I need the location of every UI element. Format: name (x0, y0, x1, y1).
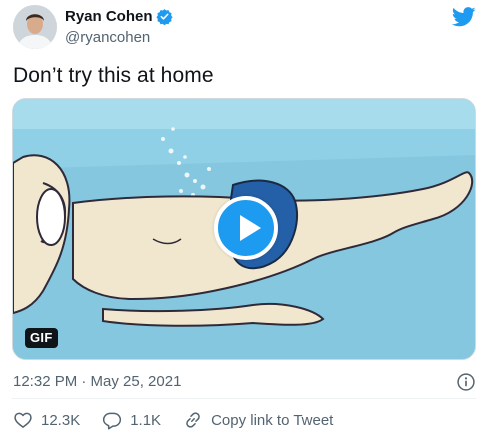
avatar[interactable] (13, 5, 57, 49)
gif-media[interactable]: GIF (12, 98, 476, 360)
handle[interactable]: @ryancohen (65, 29, 150, 46)
reply-icon (103, 412, 122, 430)
verified-badge-icon (155, 9, 173, 25)
copy-link-button[interactable]: Copy link to Tweet (183, 410, 333, 430)
like-count: 12.3K (41, 411, 81, 429)
copy-link-label: Copy link to Tweet (211, 411, 334, 429)
gif-badge: GIF (25, 328, 58, 348)
action-bar: 12.3K 1.1K Copy link to Tweet (13, 410, 355, 430)
twitter-bird-icon[interactable] (452, 7, 476, 27)
divider (12, 398, 476, 399)
reply-count: 1.1K (130, 411, 162, 429)
tweet-card: Ryan Cohen @ryancohen Don’t try this at … (0, 0, 487, 436)
author-name-row: Ryan Cohen (65, 8, 173, 25)
reply-button[interactable]: 1.1K (102, 410, 161, 430)
timestamp[interactable]: 12:32 PM · May 25, 2021 (13, 373, 181, 390)
play-icon[interactable] (214, 196, 278, 260)
display-name[interactable]: Ryan Cohen (65, 8, 153, 25)
heart-icon (14, 412, 32, 428)
info-icon[interactable] (456, 372, 476, 392)
like-button[interactable]: 12.3K (13, 410, 80, 430)
tweet-text: Don’t try this at home (13, 64, 214, 87)
link-icon (186, 412, 200, 428)
